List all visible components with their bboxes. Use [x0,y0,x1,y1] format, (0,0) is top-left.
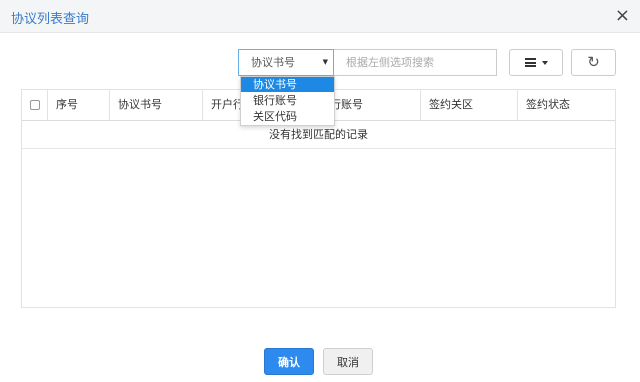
search-field-select[interactable]: 协议书号 ▼ [238,49,334,76]
refresh-button[interactable]: ↻ [571,49,616,76]
cancel-button[interactable]: 取消 [323,348,373,375]
dialog-header: 协议列表查询 × [0,0,640,33]
column-header-agreement-no[interactable]: 协议书号 [110,90,203,120]
list-icon [524,58,536,67]
dropdown-option-bank-account[interactable]: 银行账号 [241,93,334,108]
search-field-dropdown: 协议书号 银行账号 关区代码 [240,76,335,126]
chevron-down-icon: ▼ [322,58,328,66]
confirm-button[interactable]: 确认 [264,348,314,375]
select-all-checkbox[interactable] [30,100,40,110]
refresh-icon: ↻ [587,53,600,71]
search-field-select-value: 协议书号 [251,56,295,69]
search-input[interactable] [334,49,497,76]
close-button[interactable]: × [615,4,630,28]
dropdown-option-agreement-no[interactable]: 协议书号 [241,77,334,92]
column-header-index[interactable]: 序号 [48,90,110,120]
select-all-cell [22,90,48,120]
column-header-status[interactable]: 签约状态 [518,90,615,120]
columns-toggle-button[interactable] [509,49,563,76]
column-header-customs[interactable]: 签约关区 [421,90,518,120]
dropdown-option-customs-code[interactable]: 关区代码 [241,109,334,124]
caret-down-icon [541,60,548,65]
dialog-title: 协议列表查询 [11,12,90,27]
